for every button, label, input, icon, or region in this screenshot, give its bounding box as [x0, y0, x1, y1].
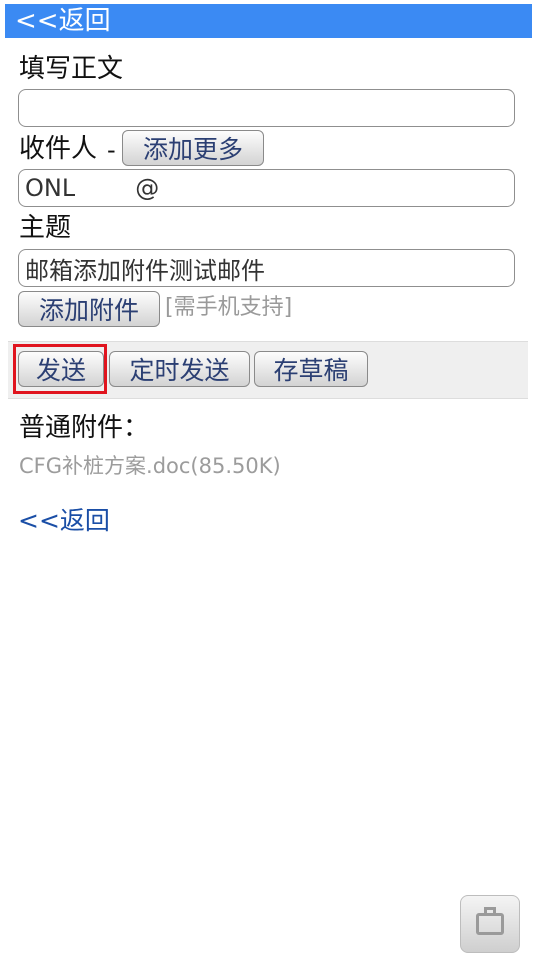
attachment-file-item[interactable]: CFG补桩方案.doc(85.50K): [19, 451, 281, 481]
recipient-value-suffix: @: [135, 174, 160, 202]
subject-input-value: 邮箱添加附件测试邮件: [25, 256, 265, 285]
recipient-value-prefix: ONL: [25, 174, 76, 202]
add-more-recipients-button[interactable]: 添加更多: [122, 130, 264, 166]
add-attachment-button[interactable]: 添加附件: [18, 291, 160, 327]
recipient-input[interactable]: ONL @: [18, 169, 515, 207]
subject-label: 主题: [19, 213, 72, 243]
save-draft-button[interactable]: 存草稿: [254, 351, 368, 387]
bottom-back-link[interactable]: <<返回: [18, 505, 110, 537]
recipient-separator: -: [107, 136, 116, 164]
compose-mail-page: <<返回 填写正文 收件人 - 添加更多 ONL @ 主题 邮箱添加附件测试邮件…: [0, 0, 540, 960]
send-button[interactable]: 发送: [18, 351, 104, 387]
timed-send-button[interactable]: 定时发送: [109, 351, 250, 387]
body-label: 填写正文: [19, 54, 124, 84]
top-back-link[interactable]: <<返回: [5, 4, 111, 38]
attachment-hint: [需手机支持]: [165, 295, 293, 320]
floating-action-button[interactable]: [460, 895, 520, 953]
attachments-title: 普通附件：: [19, 413, 150, 443]
body-input[interactable]: [18, 89, 515, 127]
top-bar: <<返回: [5, 4, 532, 38]
subject-input[interactable]: 邮箱添加附件测试邮件: [18, 249, 515, 287]
recipient-label: 收件人: [19, 134, 98, 164]
home-icon: [476, 907, 504, 935]
redacted-area: [75, 175, 136, 201]
